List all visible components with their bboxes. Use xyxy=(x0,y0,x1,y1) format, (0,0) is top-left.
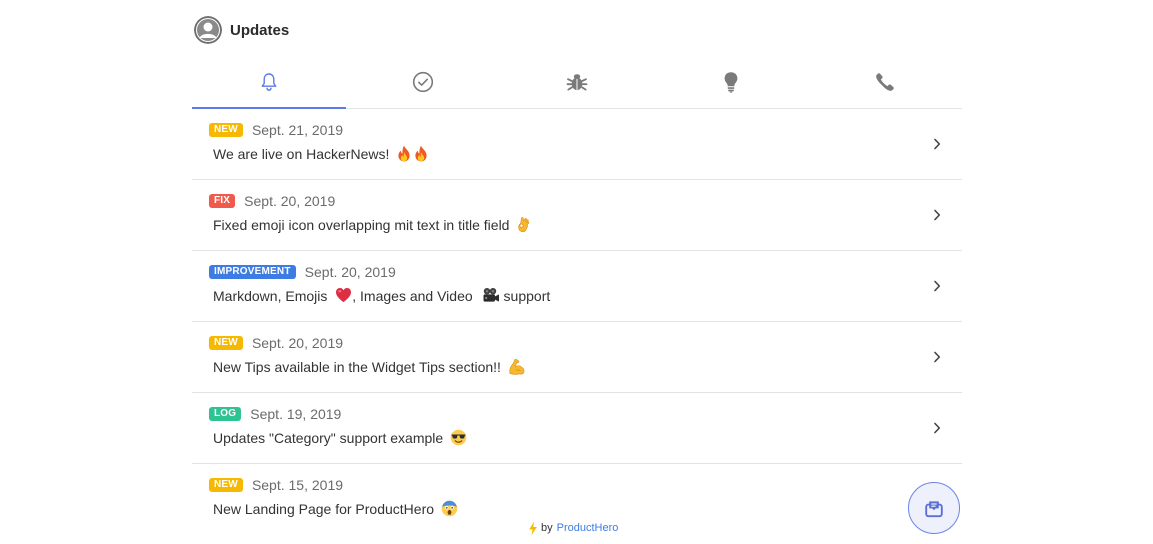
item-title: Fixed emoji icon overlapping mit text in… xyxy=(213,216,532,235)
item-title: Updates "Category" support example xyxy=(213,429,467,448)
item-title-text-part: , Images and Video xyxy=(352,288,473,304)
item-title-text: We are live on HackerNews! xyxy=(213,146,390,162)
chevron-right-icon xyxy=(934,351,941,363)
phone-icon xyxy=(876,73,894,91)
item-meta: NEW Sept. 15, 2019 xyxy=(209,477,343,493)
lightning-bolt-icon xyxy=(529,521,537,535)
item-meta: IMPROVEMENT Sept. 20, 2019 xyxy=(209,264,396,280)
item-title: New Tips available in the Widget Tips se… xyxy=(213,358,526,377)
updates-widget: Updates NEW Sept. 21, 2019 We are live o… xyxy=(192,0,962,544)
tab-bar xyxy=(192,56,962,109)
item-date: Sept. 19, 2019 xyxy=(250,406,342,422)
page-title: Updates xyxy=(230,21,290,39)
lightbulb-icon xyxy=(724,72,738,93)
status-badge: NEW xyxy=(209,478,243,492)
ok-hand-emoji-icon xyxy=(518,216,530,232)
item-title-text-part: support xyxy=(503,288,551,304)
list-item[interactable]: NEW Sept. 20, 2019 New Tips available in… xyxy=(192,322,962,393)
item-date: Sept. 20, 2019 xyxy=(244,193,336,209)
fire-emoji-icon xyxy=(398,145,410,162)
status-badge: LOG xyxy=(209,407,242,421)
check-circle-icon xyxy=(412,71,434,93)
widget-header: Updates xyxy=(194,16,289,44)
tab-notifications[interactable] xyxy=(192,56,346,109)
item-meta: FIX Sept. 20, 2019 xyxy=(209,193,335,209)
tab-contact[interactable] xyxy=(808,56,962,108)
item-meta: NEW Sept. 21, 2019 xyxy=(209,122,343,138)
user-avatar-icon xyxy=(194,16,222,44)
list-item[interactable]: FIX Sept. 20, 2019 Fixed emoji icon over… xyxy=(192,180,962,251)
message-inbox-icon xyxy=(925,501,943,518)
chevron-right-icon xyxy=(934,209,941,221)
item-title-text: New Tips available in the Widget Tips se… xyxy=(213,359,501,375)
status-badge: NEW xyxy=(209,123,243,137)
item-date: Sept. 15, 2019 xyxy=(251,477,344,493)
video-camera-emoji-icon xyxy=(483,288,499,302)
updates-list: NEW Sept. 21, 2019 We are live on Hacker… xyxy=(192,109,962,519)
sunglasses-emoji-icon xyxy=(450,429,467,446)
status-badge: IMPROVEMENT xyxy=(209,265,296,279)
item-title-text: Fixed emoji icon overlapping mit text in… xyxy=(213,217,510,233)
item-title-text-part: Markdown, Emojis xyxy=(213,288,328,304)
flexed-biceps-emoji-icon xyxy=(509,358,525,375)
item-title-text: New Landing Page for ProductHero xyxy=(213,501,435,517)
tab-bugs[interactable] xyxy=(500,56,654,108)
list-item[interactable]: NEW Sept. 15, 2019 New Landing Page for … xyxy=(192,464,962,519)
status-badge: FIX xyxy=(209,194,236,208)
item-date: Sept. 21, 2019 xyxy=(251,122,344,138)
item-date: Sept. 20, 2019 xyxy=(304,264,396,280)
heart-emoji-icon xyxy=(336,288,352,303)
chevron-right-icon xyxy=(934,138,941,150)
bell-icon xyxy=(261,73,277,91)
producthero-link[interactable]: ProductHero xyxy=(557,522,619,534)
chevron-right-icon xyxy=(934,422,941,434)
feedback-button[interactable] xyxy=(908,482,960,534)
fire-emoji-icon xyxy=(415,145,427,162)
status-badge: NEW xyxy=(209,336,243,350)
list-item[interactable]: NEW Sept. 21, 2019 We are live on Hacker… xyxy=(192,109,962,180)
list-item[interactable]: IMPROVEMENT Sept. 20, 2019 Markdown, Emo… xyxy=(192,251,962,322)
tab-tips[interactable] xyxy=(654,56,808,108)
item-title: Markdown, Emojis , Images and Video supp… xyxy=(213,288,550,305)
item-date: Sept. 20, 2019 xyxy=(251,335,344,351)
item-title: New Landing Page for ProductHero xyxy=(213,500,458,519)
tab-completed[interactable] xyxy=(346,56,500,108)
list-item[interactable]: LOG Sept. 19, 2019 Updates "Category" su… xyxy=(192,393,962,464)
bug-icon xyxy=(566,74,588,91)
item-meta: LOG Sept. 19, 2019 xyxy=(209,406,341,422)
footer-by-text: by xyxy=(541,522,553,534)
powered-by-footer: by ProductHero xyxy=(528,519,618,537)
item-title: We are live on HackerNews! xyxy=(213,145,429,164)
screaming-face-emoji-icon xyxy=(441,500,458,517)
item-meta: NEW Sept. 20, 2019 xyxy=(209,335,343,351)
item-title-text: Updates "Category" support example xyxy=(213,430,444,446)
chevron-right-icon xyxy=(934,280,941,292)
